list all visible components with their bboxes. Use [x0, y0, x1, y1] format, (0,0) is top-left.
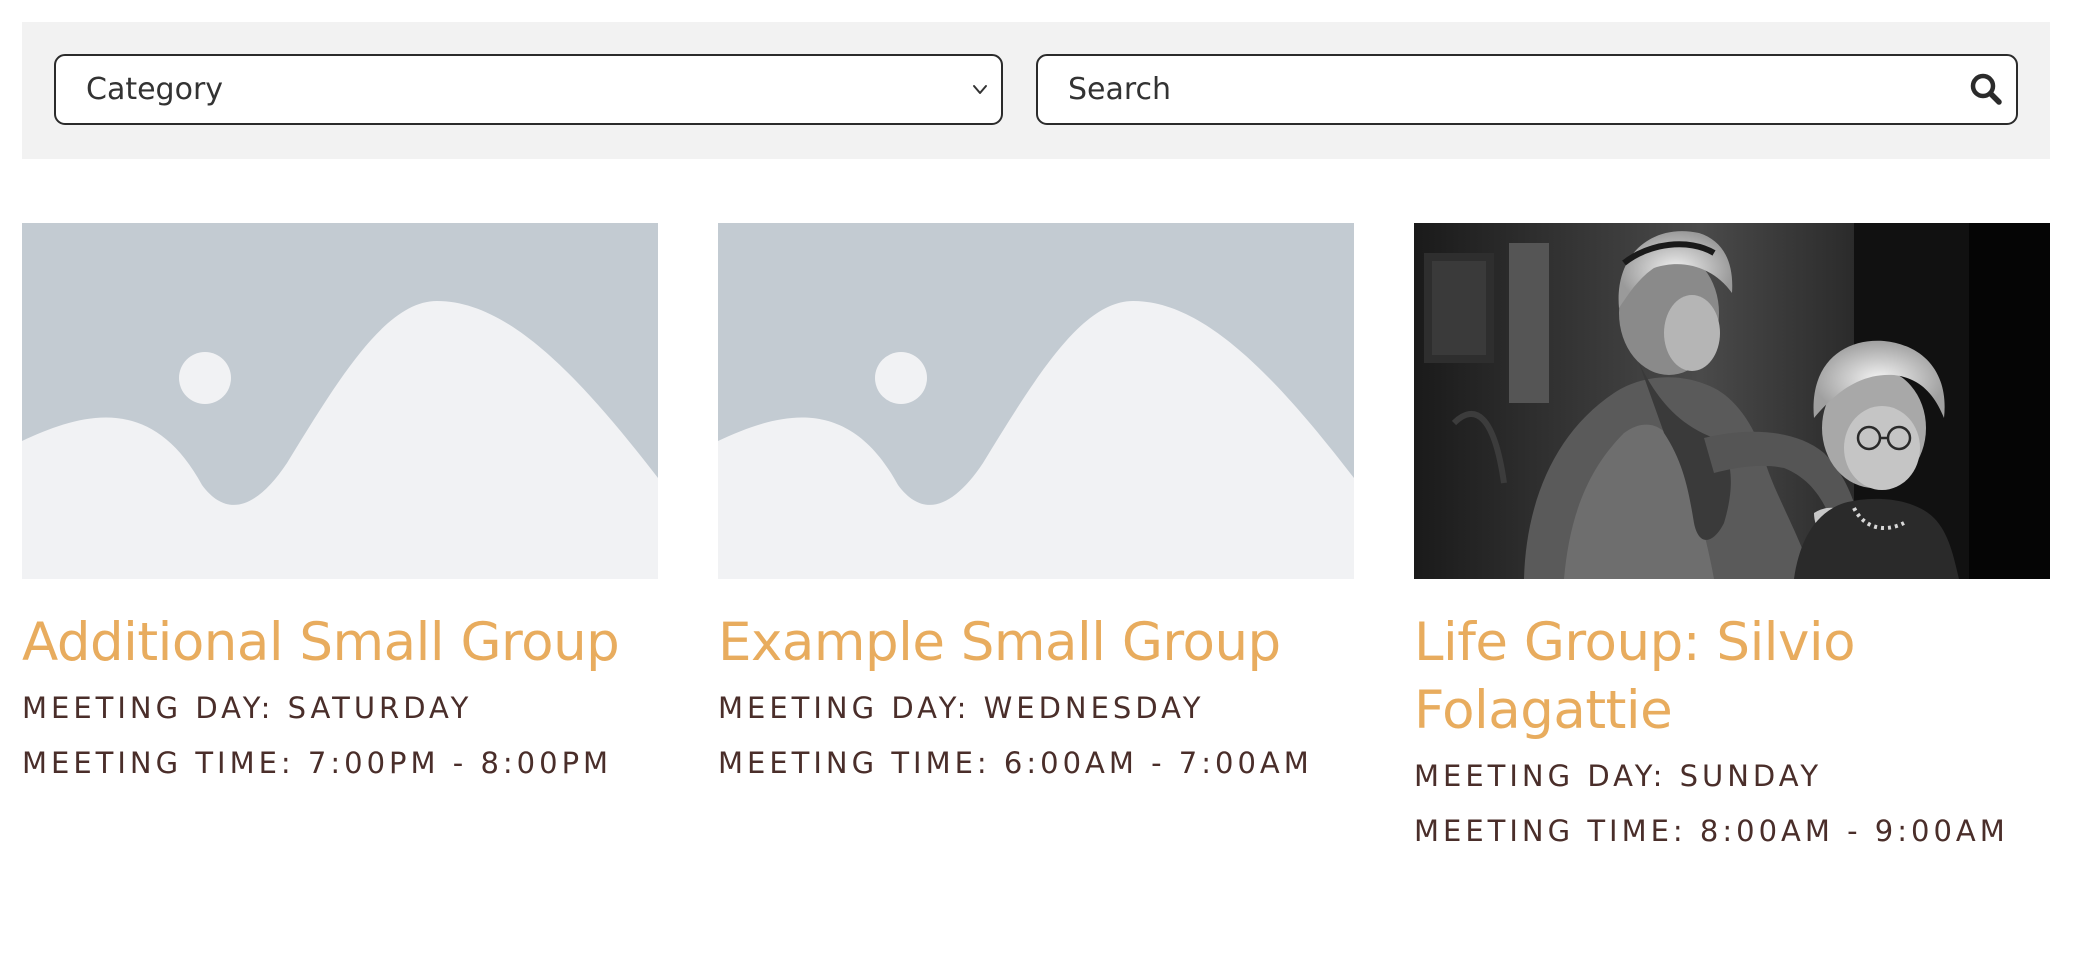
search-input-placeholder: Search	[1068, 72, 1172, 107]
meeting-time: MEETING TIME: 7:00PM - 8:00PM	[22, 746, 613, 780]
group-card[interactable]: Additional Small Group MEETING DAY: SATU…	[22, 223, 658, 791]
placeholder-image-icon[interactable]	[22, 223, 658, 579]
meeting-time: MEETING TIME: 6:00AM - 7:00AM	[718, 746, 1313, 780]
search-icon[interactable]	[1968, 71, 2004, 107]
meeting-day: MEETING DAY: SATURDAY	[22, 691, 473, 725]
group-title[interactable]: Example Small Group	[718, 609, 1354, 677]
placeholder-image-icon[interactable]	[718, 223, 1354, 579]
category-select-value: Category	[86, 72, 224, 107]
meeting-day: MEETING DAY: SUNDAY	[1414, 759, 1823, 793]
chevron-down-icon	[973, 85, 987, 94]
filter-bar: Category Search	[22, 22, 2050, 159]
meeting-time: MEETING TIME: 8:00AM - 9:00AM	[1414, 814, 2009, 848]
category-select[interactable]: Category	[54, 54, 1003, 125]
group-card[interactable]: Example Small Group MEETING DAY: WEDNESD…	[718, 223, 1354, 791]
elderly-women-photo[interactable]	[1414, 223, 2050, 579]
search-input[interactable]: Search	[1036, 54, 2018, 125]
group-title[interactable]: Life Group: Silvio Folagattie	[1414, 609, 2050, 745]
meeting-day: MEETING DAY: WEDNESDAY	[718, 691, 1205, 725]
group-card[interactable]: Life Group: Silvio Folagattie MEETING DA…	[1414, 223, 2050, 859]
group-title[interactable]: Additional Small Group	[22, 609, 658, 677]
